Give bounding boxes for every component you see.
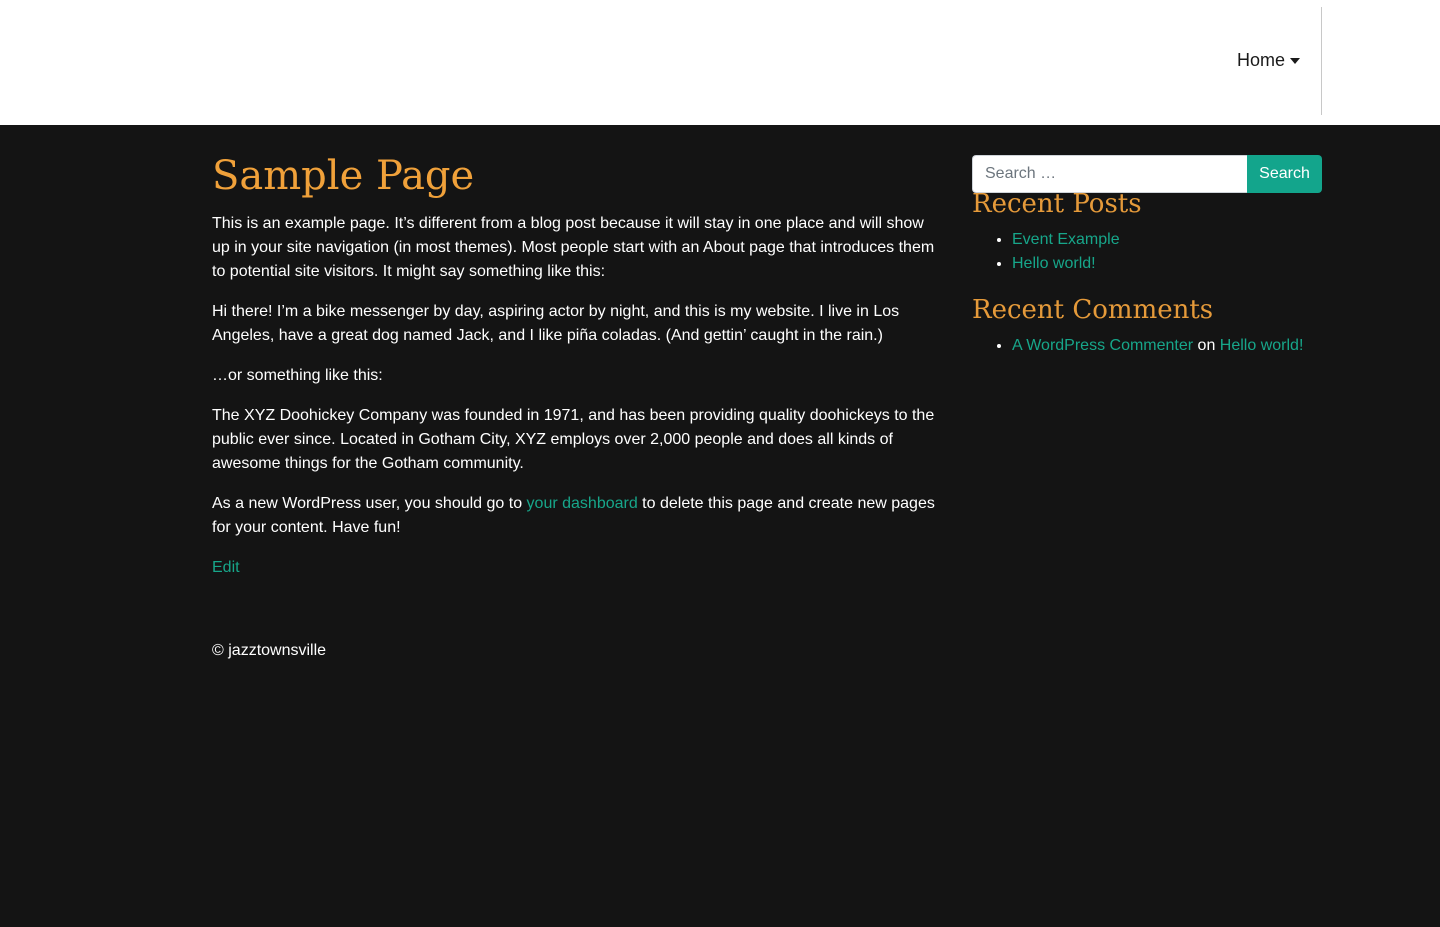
recent-post-link[interactable]: Event Example — [1012, 231, 1120, 248]
paragraph-intro: This is an example page. It’s different … — [212, 215, 935, 280]
caret-down-icon — [1290, 57, 1301, 64]
site-header: Home — [0, 0, 1440, 125]
comment-post-link[interactable]: Hello world! — [1220, 337, 1304, 354]
paragraph-dashboard: As a new WordPress user, you should go t… — [212, 492, 944, 540]
sidebar: Search Recent Posts Event Example Hello … — [972, 155, 1322, 358]
paragraph-or-something: …or something like this: — [212, 367, 383, 384]
recent-posts-list: Event Example Hello world! — [972, 228, 1322, 276]
paragraph-bike-messenger: Hi there! I’m a bike messenger by day, a… — [212, 303, 900, 344]
list-item: Event Example — [1012, 228, 1322, 252]
header-divider — [1321, 7, 1322, 115]
comment-connector: on — [1197, 337, 1216, 354]
comment-author-link[interactable]: A WordPress Commenter — [1012, 337, 1193, 354]
nav-home-dropdown[interactable]: Home — [1237, 48, 1301, 72]
page-title: Sample Page — [212, 153, 475, 199]
footer-copyright: © jazztownsville — [212, 642, 327, 659]
edit-link[interactable]: Edit — [212, 556, 240, 580]
recent-comments-list: A WordPress Commenter on Hello world! — [972, 334, 1322, 358]
paragraph-xyz-company: The XYZ Doohickey Company was founded in… — [212, 407, 935, 472]
main-content: Sample Page This is an example page. It’… — [212, 150, 944, 580]
list-item: A WordPress Commenter on Hello world! — [1012, 334, 1322, 358]
search-button[interactable]: Search — [1247, 155, 1322, 193]
paragraph-dashboard-before: As a new WordPress user, you should go t… — [212, 495, 527, 512]
recent-post-link[interactable]: Hello world! — [1012, 255, 1096, 272]
recent-comments-title: Recent Comments — [972, 295, 1214, 325]
list-item: Hello world! — [1012, 252, 1322, 276]
nav-home-label: Home — [1237, 49, 1286, 70]
dashboard-link[interactable]: your dashboard — [527, 495, 638, 512]
